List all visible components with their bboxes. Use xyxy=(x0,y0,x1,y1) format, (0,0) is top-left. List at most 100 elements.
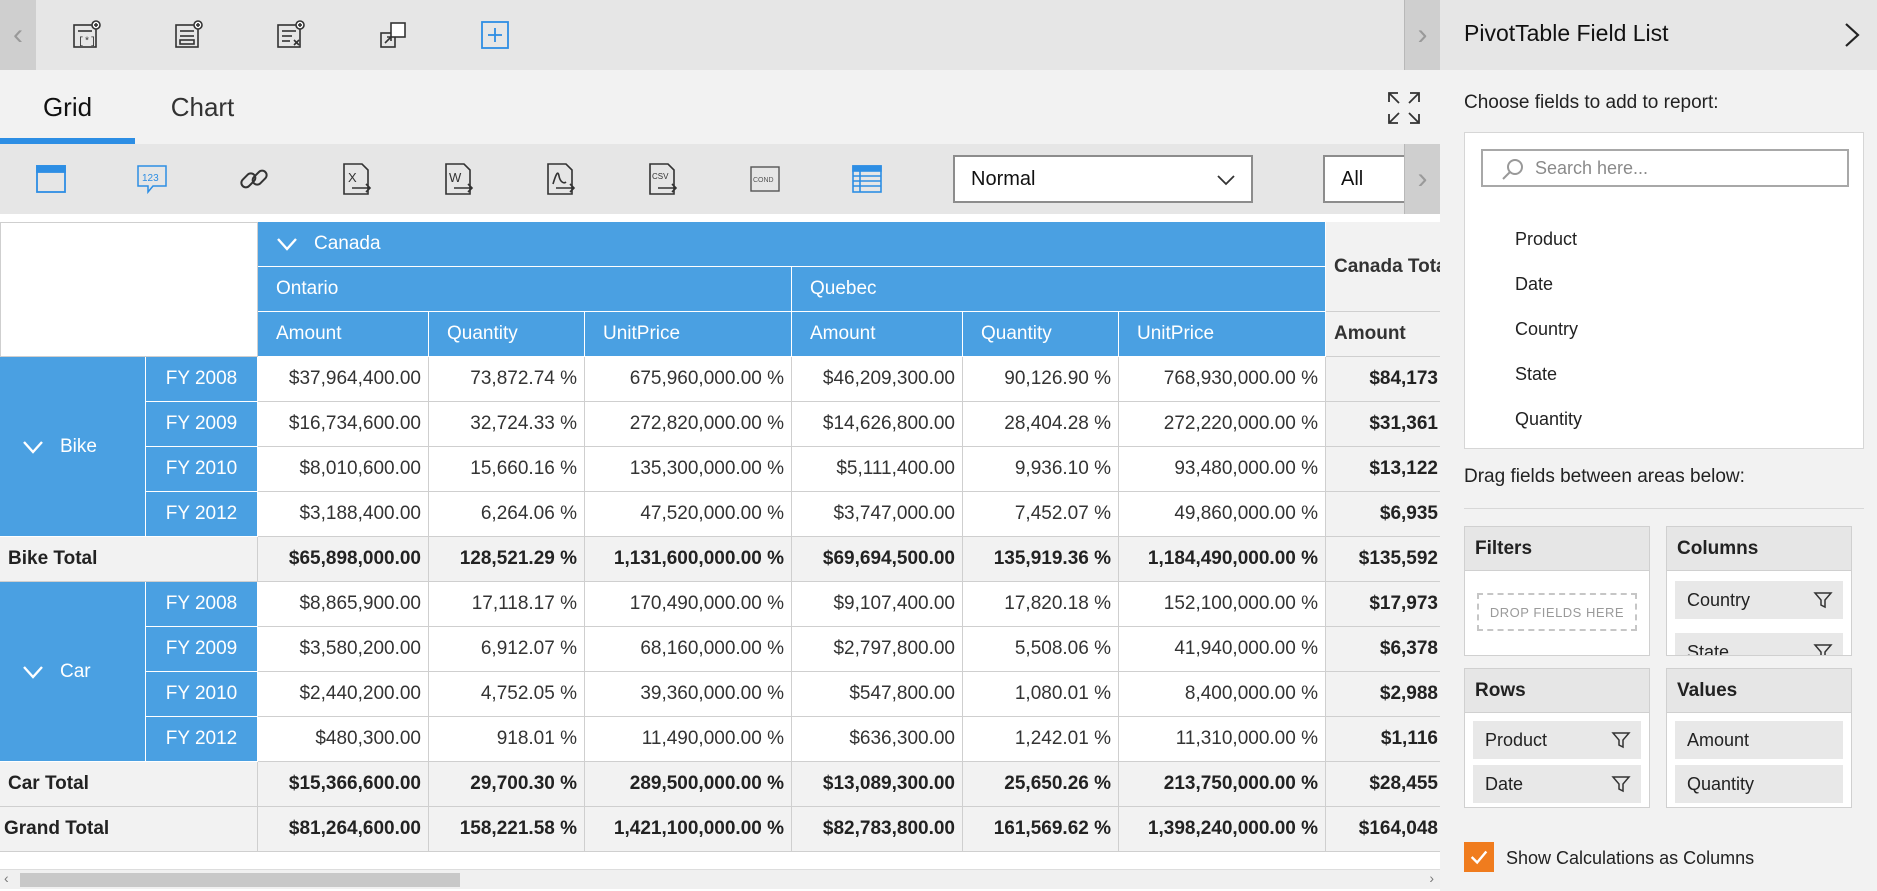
subtotal-cell[interactable]: $28,455 xyxy=(1326,762,1440,807)
subtotal-cell[interactable]: 213,750,000.00 % xyxy=(1119,762,1326,807)
row-field-chip[interactable]: Product xyxy=(1473,721,1641,759)
value-cell[interactable]: 918.01 % xyxy=(429,717,585,762)
field-item[interactable]: Date xyxy=(1515,274,1553,295)
value-cell[interactable]: 7,452.07 % xyxy=(963,492,1119,537)
column-header-measure[interactable]: Amount xyxy=(792,312,963,357)
subtotal-cell[interactable]: 25,650.26 % xyxy=(963,762,1119,807)
collapse-chevron-icon[interactable] xyxy=(22,665,44,679)
filters-area[interactable]: Filters DROP FIELDS HERE xyxy=(1464,526,1650,656)
column-header-state[interactable]: Ontario xyxy=(258,267,792,312)
filter-icon[interactable] xyxy=(1813,590,1833,610)
chevron-right-icon[interactable] xyxy=(1838,18,1866,52)
subtotal-cell[interactable]: $65,898,000.00 xyxy=(258,537,429,582)
value-cell[interactable]: 93,480,000.00 % xyxy=(1119,447,1326,492)
value-cell[interactable]: $9,107,400.00 xyxy=(792,582,963,627)
value-cell-total[interactable]: $6,935 xyxy=(1326,492,1440,537)
value-cell[interactable]: 17,820.18 % xyxy=(963,582,1119,627)
field-item[interactable]: Quantity xyxy=(1515,409,1582,430)
value-cell[interactable]: $3,747,000.00 xyxy=(792,492,963,537)
column-field-chip[interactable]: State xyxy=(1675,633,1843,656)
value-cell-total[interactable]: $2,988 xyxy=(1326,672,1440,717)
add-new-icon[interactable] xyxy=(478,18,512,52)
value-cell[interactable]: 170,490,000.00 % xyxy=(585,582,792,627)
subtotal-cell[interactable]: 128,521.29 % xyxy=(429,537,585,582)
grand-total-cell[interactable]: 158,221.58 % xyxy=(429,807,585,852)
export-excel-icon[interactable]: X xyxy=(339,161,375,197)
fullscreen-icon[interactable] xyxy=(1386,90,1422,126)
value-cell[interactable]: 1,242.01 % xyxy=(963,717,1119,762)
value-cell[interactable]: $14,626,800.00 xyxy=(792,402,963,447)
value-cell[interactable]: $636,300.00 xyxy=(792,717,963,762)
value-cell-total[interactable]: $84,173 xyxy=(1326,357,1440,402)
value-cell[interactable]: $3,580,200.00 xyxy=(258,627,429,672)
row-header-year[interactable]: FY 2009 xyxy=(146,402,258,447)
column-field-chip[interactable]: Country xyxy=(1675,581,1843,619)
toolbar-scroll-left-button[interactable]: ‹ xyxy=(0,0,36,70)
save-report-icon[interactable] xyxy=(172,18,206,52)
value-cell[interactable]: $16,734,600.00 xyxy=(258,402,429,447)
value-cell[interactable]: 152,100,000.00 % xyxy=(1119,582,1326,627)
export-csv-icon[interactable]: CSV xyxy=(645,161,681,197)
value-cell[interactable]: $3,188,400.00 xyxy=(258,492,429,537)
row-header-product[interactable]: Car xyxy=(0,582,146,762)
value-cell-total[interactable]: $1,116 xyxy=(1326,717,1440,762)
value-cell[interactable]: 49,860,000.00 % xyxy=(1119,492,1326,537)
value-cell[interactable]: 90,126.90 % xyxy=(963,357,1119,402)
layout-select[interactable]: Normal xyxy=(953,155,1253,203)
row-header-product[interactable]: Bike xyxy=(0,357,146,537)
column-header-measure[interactable]: Amount xyxy=(258,312,429,357)
rows-area[interactable]: Rows Product Date xyxy=(1464,668,1650,808)
new-report-icon[interactable]: [*] xyxy=(70,18,104,52)
value-cell[interactable]: 11,310,000.00 % xyxy=(1119,717,1326,762)
subtotal-cell[interactable]: $69,694,500.00 xyxy=(792,537,963,582)
filter-icon[interactable] xyxy=(1813,642,1833,656)
value-cell[interactable]: 675,960,000.00 % xyxy=(585,357,792,402)
value-cell[interactable]: 41,940,000.00 % xyxy=(1119,627,1326,672)
grand-total-cell[interactable]: 1,398,240,000.00 % xyxy=(1119,807,1326,852)
link-icon[interactable] xyxy=(236,161,272,197)
scroll-left-arrow-icon[interactable]: ‹ xyxy=(4,870,9,886)
field-search[interactable] xyxy=(1481,149,1849,187)
value-cell[interactable]: 4,752.05 % xyxy=(429,672,585,717)
column-header-measure[interactable]: UnitPrice xyxy=(1119,312,1326,357)
show-calculations-checkbox[interactable] xyxy=(1464,842,1494,872)
collapse-chevron-icon[interactable] xyxy=(22,440,44,454)
subtotal-cell[interactable]: 1,131,600,000.00 % xyxy=(585,537,792,582)
value-cell[interactable]: 6,912.07 % xyxy=(429,627,585,672)
filter-icon[interactable] xyxy=(1611,774,1631,794)
value-field-chip[interactable]: Amount xyxy=(1675,721,1843,759)
value-cell-total[interactable]: $31,361 xyxy=(1326,402,1440,447)
grand-total-cell[interactable]: 161,569.62 % xyxy=(963,807,1119,852)
value-cell[interactable]: 8,400,000.00 % xyxy=(1119,672,1326,717)
export-word-icon[interactable]: W xyxy=(441,161,477,197)
column-header-measure[interactable]: UnitPrice xyxy=(585,312,792,357)
value-cell[interactable]: 32,724.33 % xyxy=(429,402,585,447)
value-cell[interactable]: 9,936.10 % xyxy=(963,447,1119,492)
subtotal-cell[interactable]: $135,592 xyxy=(1326,537,1440,582)
value-cell[interactable]: 272,220,000.00 % xyxy=(1119,402,1326,447)
rename-report-icon[interactable] xyxy=(376,18,410,52)
value-cell[interactable]: $37,964,400.00 xyxy=(258,357,429,402)
show-calculations-label[interactable]: Show Calculations as Columns xyxy=(1506,848,1754,869)
subtotal-cell[interactable]: 289,500,000.00 % xyxy=(585,762,792,807)
value-cell[interactable]: $480,300.00 xyxy=(258,717,429,762)
row-header-year[interactable]: FY 2009 xyxy=(146,627,258,672)
column-header-state[interactable]: Quebec xyxy=(792,267,1326,312)
value-cell[interactable]: $8,010,600.00 xyxy=(258,447,429,492)
row-header-year[interactable]: FY 2010 xyxy=(146,447,258,492)
value-cell[interactable]: $547,800.00 xyxy=(792,672,963,717)
value-cell[interactable]: $46,209,300.00 xyxy=(792,357,963,402)
search-input[interactable] xyxy=(1535,153,1835,183)
tab-grid[interactable]: Grid xyxy=(0,70,135,144)
field-item[interactable]: Country xyxy=(1515,319,1578,340)
values-area[interactable]: Values Amount Quantity xyxy=(1666,668,1852,808)
row-header-year[interactable]: FY 2012 xyxy=(146,717,258,762)
value-cell[interactable]: $8,865,900.00 xyxy=(258,582,429,627)
value-cell-total[interactable]: $6,378 xyxy=(1326,627,1440,672)
columns-area[interactable]: Columns Country State xyxy=(1666,526,1852,656)
column-header-measure[interactable]: Quantity xyxy=(963,312,1119,357)
grand-total-cell[interactable]: $81,264,600.00 xyxy=(258,807,429,852)
subtotal-cell[interactable]: $13,089,300.00 xyxy=(792,762,963,807)
value-cell[interactable]: 135,300,000.00 % xyxy=(585,447,792,492)
value-cell[interactable]: 768,930,000.00 % xyxy=(1119,357,1326,402)
